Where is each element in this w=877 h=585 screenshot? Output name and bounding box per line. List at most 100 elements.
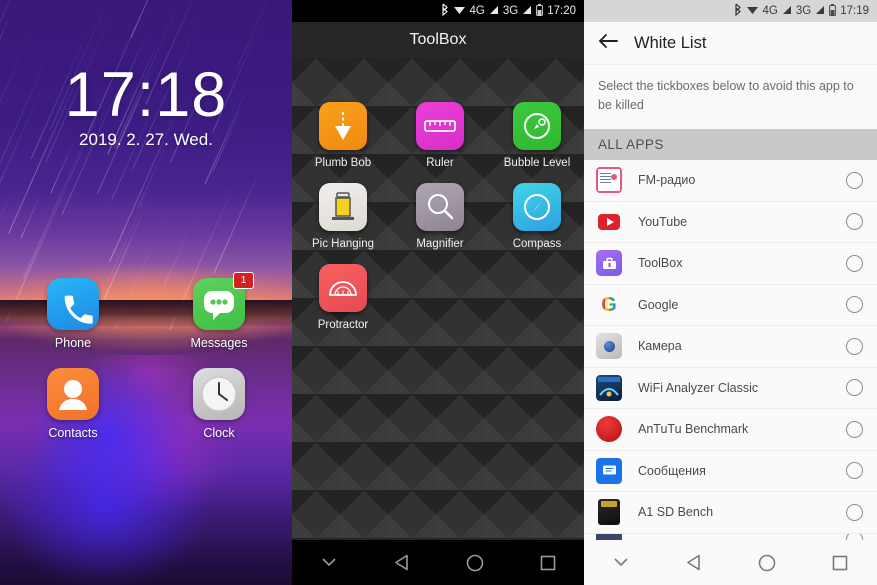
message-unread-badge: 1 [233, 272, 254, 289]
table-row[interactable]: FM-радио [584, 160, 877, 202]
home-app-contacts[interactable]: Contacts [0, 368, 146, 458]
app-name: Сообщения [638, 463, 706, 478]
battery-icon [536, 3, 544, 19]
home-circle-icon[interactable] [731, 554, 804, 572]
whitelist-status-bar: 4G 3G 17:19 [584, 0, 877, 22]
table-row[interactable]: AnTuTu Benchmark [584, 409, 877, 451]
whitelist-checkbox[interactable] [846, 337, 863, 355]
back-arrow-icon[interactable] [598, 33, 618, 53]
section-header-all-apps: ALL APPS [584, 128, 877, 161]
toolbox-app-magnifier[interactable]: Magnifier [394, 183, 486, 250]
home-app-messages[interactable]: 1 Messages [146, 272, 292, 368]
whitelist-checkbox[interactable] [846, 213, 863, 231]
signal-icon [522, 5, 532, 18]
whitelist-navigation-bar [584, 540, 877, 585]
toolbox-app-compass[interactable]: Compass [491, 183, 583, 250]
network-type-2: 3G [795, 5, 812, 17]
toolbox-navigation-bar [292, 540, 584, 585]
home-app-label: Phone [54, 336, 92, 350]
recents-square-icon[interactable] [511, 555, 584, 571]
toolbox-app-bubble-level[interactable]: Bubble Level [491, 102, 583, 169]
recents-square-icon[interactable] [804, 555, 877, 571]
home-app-clock[interactable]: Clock [146, 368, 292, 458]
plumb-bob-icon [319, 102, 367, 150]
compass-icon [513, 183, 561, 231]
toolbox-app-label: Ruler [426, 157, 454, 169]
table-row[interactable]: YouTube [584, 202, 877, 243]
app-name: WiFi Analyzer Classic [638, 380, 759, 395]
camera-icon [596, 333, 622, 360]
toolbox-title: ToolBox [292, 22, 584, 58]
toolbox-app-label: Magnifier [416, 238, 464, 250]
app-name: AnTuTu Benchmark [638, 422, 749, 437]
three-panel-screenshot: 17:18 2019. 2. 27. Wed. Phone 1 Messages… [0, 0, 877, 585]
toolbox-app-pic-hanging[interactable]: Pic Hanging [297, 183, 389, 250]
toolbox-app-grid: Plumb Bob Ruler Bubble Level Pic Hanging… [292, 102, 584, 345]
magnifier-icon [416, 183, 464, 231]
whitelist-checkbox[interactable] [846, 296, 863, 314]
phone-icon [47, 278, 99, 330]
chevron-down-icon[interactable] [292, 557, 365, 568]
table-row[interactable]: G Google [584, 285, 877, 326]
whitelist-checkbox[interactable] [846, 462, 863, 480]
whitelist-checkbox[interactable] [846, 171, 863, 189]
app-name: YouTube [638, 214, 688, 229]
picture-frame-icon [319, 183, 367, 231]
home-app-row: Contacts Clock [0, 368, 292, 458]
ruler-icon [416, 102, 464, 150]
wifi-icon [453, 4, 466, 18]
toolbox-app-label: Plumb Bob [314, 157, 372, 169]
table-row[interactable]: WiFi Analyzer Classic [584, 368, 877, 409]
whitelist-app-list[interactable]: FM-радио YouTube ToolBox G Google Камера… [584, 160, 877, 545]
analog-clock-icon [193, 368, 245, 420]
youtube-icon [596, 209, 622, 235]
back-triangle-icon[interactable] [365, 554, 438, 571]
fm-radio-icon [596, 167, 622, 194]
signal-icon [782, 5, 792, 18]
network-type-1: 4G [469, 5, 485, 17]
antutu-icon [596, 416, 622, 443]
whitelist-checkbox[interactable] [846, 503, 863, 521]
network-type-2: 3G [502, 5, 519, 17]
app-name: FM-радио [638, 173, 696, 188]
bubble-level-icon [513, 102, 561, 150]
table-row[interactable]: Сообщения [584, 451, 877, 492]
toolbox-app-plumb-bob[interactable]: Plumb Bob [297, 102, 389, 169]
toolbox-app-ruler[interactable]: Ruler [394, 102, 486, 169]
whitelist-description: Select the tickboxes below to avoid this… [584, 65, 877, 129]
toolbox-app-label: Pic Hanging [311, 238, 374, 250]
home-app-label: Contacts [48, 426, 98, 440]
home-app-grid: Phone 1 Messages Contacts Clock [0, 272, 292, 458]
status-time: 17:20 [547, 5, 576, 17]
home-app-row: Phone 1 Messages [0, 272, 292, 368]
toolbox-app-label: Protractor [317, 319, 369, 331]
bluetooth-icon [734, 3, 742, 19]
back-triangle-icon[interactable] [657, 554, 730, 571]
contacts-person-icon [47, 368, 99, 420]
toolbox-app-protractor[interactable]: Protractor [297, 264, 389, 331]
whitelist-app-bar: White List [584, 22, 877, 65]
toolbox-app-label: Compass [512, 238, 562, 250]
whitelist-checkbox[interactable] [846, 254, 863, 272]
table-row[interactable]: A1 SD Bench [584, 492, 877, 534]
whitelist-checkbox[interactable] [846, 420, 863, 438]
signal-icon [489, 5, 499, 18]
home-app-phone[interactable]: Phone [0, 278, 146, 368]
toolbox-app-label: Bubble Level [503, 157, 571, 169]
app-name: A1 SD Bench [638, 505, 714, 520]
whitelist-panel: 4G 3G 17:19 White List Select the tickbo… [584, 0, 877, 585]
whitelist-checkbox[interactable] [846, 379, 863, 397]
home-circle-icon[interactable] [438, 554, 511, 572]
table-row[interactable]: Камера [584, 326, 877, 368]
toolbox-panel: 4G 3G 17:20 ToolBox Plumb Bob Ruler Bubb… [292, 0, 584, 585]
table-row[interactable]: ToolBox [584, 243, 877, 285]
protractor-icon [319, 264, 367, 312]
status-time: 17:19 [840, 5, 869, 17]
home-screen-panel: 17:18 2019. 2. 27. Wed. Phone 1 Messages… [0, 0, 292, 585]
toolbox-icon [596, 250, 622, 277]
toolbox-app-row: Protractor [292, 264, 584, 331]
sd-card-icon [596, 499, 622, 526]
chevron-down-icon[interactable] [584, 557, 657, 568]
signal-icon [815, 5, 825, 18]
app-name: Google [638, 297, 679, 312]
